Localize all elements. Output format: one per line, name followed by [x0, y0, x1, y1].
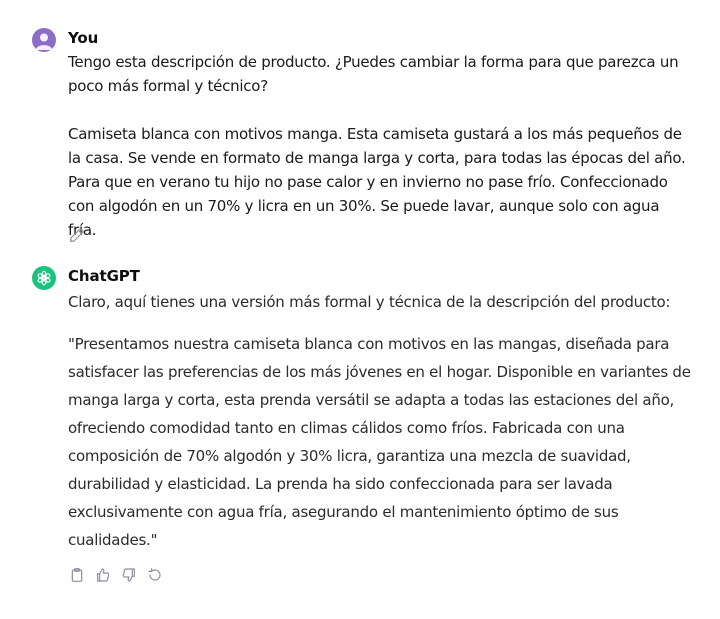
- user-message-paragraph: Camiseta blanca con motivos manga. Esta …: [68, 125, 686, 239]
- assistant-message-body: Claro, aquí tienes una versión más forma…: [68, 288, 692, 568]
- openai-logo-icon: [37, 270, 51, 286]
- assistant-message-paragraph: Claro, aquí tienes una versión más forma…: [68, 293, 671, 311]
- user-silhouette-icon: [35, 33, 53, 50]
- clipboard-icon[interactable]: [68, 566, 86, 584]
- user-message-paragraph: Tengo esta descripción de producto. ¿Pue…: [68, 53, 679, 95]
- assistant-author-name: ChatGPT: [68, 267, 140, 285]
- user-avatar: [32, 28, 56, 52]
- user-author-name: You: [68, 29, 99, 47]
- regenerate-icon[interactable]: [146, 566, 164, 584]
- assistant-message-paragraph: "Presentamos nuestra camiseta blanca con…: [68, 335, 691, 549]
- thumbs-up-icon[interactable]: [94, 566, 112, 584]
- message-actions: [68, 566, 164, 586]
- user-message-body: Tengo esta descripción de producto. ¿Pue…: [68, 50, 692, 266]
- pencil-icon[interactable]: [68, 226, 86, 244]
- chatgpt-avatar: [32, 266, 56, 290]
- thumbs-down-icon[interactable]: [120, 566, 138, 584]
